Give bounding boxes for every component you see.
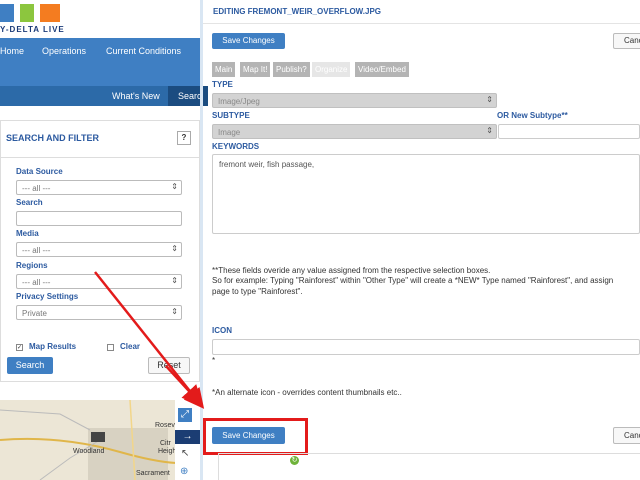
arrow-to-save-2 xyxy=(165,365,203,406)
annotation-arrows xyxy=(94,271,205,409)
